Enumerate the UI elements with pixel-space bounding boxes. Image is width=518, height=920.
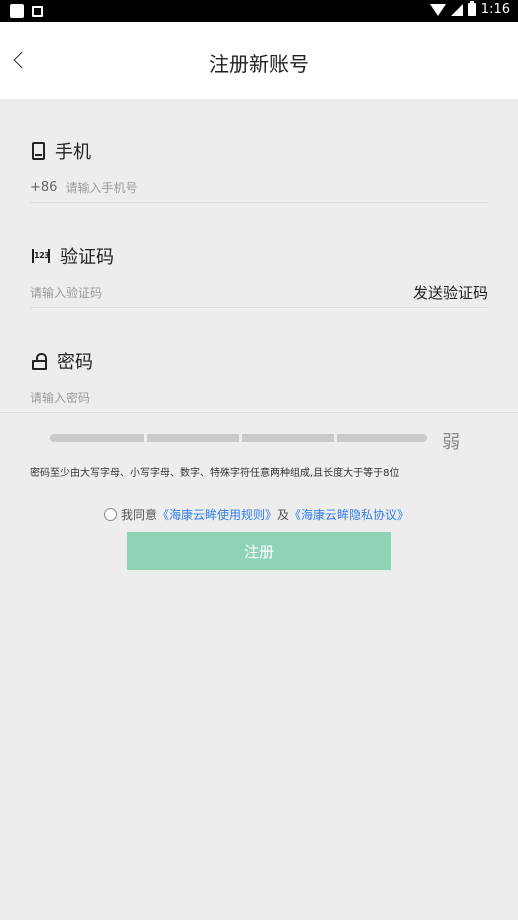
lock-icon [32,353,47,370]
register-button[interactable]: 注册 [127,532,391,570]
password-section-label: 密码 [32,348,93,374]
strength-segment [242,434,334,442]
country-code[interactable]: +86 [30,180,57,195]
notification-a-icon [32,6,43,17]
privacy-link[interactable]: 《海康云眸隐私协议》 [289,506,409,523]
phone-field: +86 [30,173,488,203]
password-field [0,383,518,413]
code-label: 验证码 [60,247,114,268]
terms-link[interactable]: 《海康云眸使用规则》 [157,506,277,523]
agree-conjunction: 及 [277,508,290,522]
strength-segment [50,434,144,442]
phone-section-label: 手机 [32,138,91,164]
signal-icon [450,3,463,16]
page-title: 注册新账号 [209,52,309,76]
password-strength-meter [50,434,427,442]
header: 注册新账号 [0,22,518,99]
send-code-button[interactable]: 发送验证码 [413,282,488,303]
phone-label: 手机 [55,142,91,163]
agreement-row: 我同意 《海康云眸使用规则》 及 《海康云眸隐私协议》 [104,506,409,523]
agree-radio[interactable] [104,508,117,521]
status-time: 1:16 [480,2,510,17]
battery-icon [467,1,476,16]
code-input[interactable] [30,285,413,300]
password-input[interactable] [30,390,518,405]
strength-segment [147,434,239,442]
password-hint: 密码至少由大写字母、小写字母、数字、特殊字符任意两种组成,且长度大于等于8位 [30,468,400,479]
code-section-label: 123 验证码 [32,243,114,269]
agree-text: 我同意 [121,508,158,522]
status-notifications [10,4,43,18]
wifi-icon [429,3,446,16]
password-strength-label: 弱 [442,432,460,453]
verification-code-icon: 123 [32,249,50,263]
phone-icon [32,142,45,160]
code-field: 发送验证码 [30,278,488,308]
password-label: 密码 [57,352,93,373]
phone-input[interactable] [65,180,488,195]
status-indicators: 1:16 [429,1,510,17]
notification-icon [10,4,24,18]
strength-segment [337,434,427,442]
status-bar: 1:16 [0,0,518,22]
